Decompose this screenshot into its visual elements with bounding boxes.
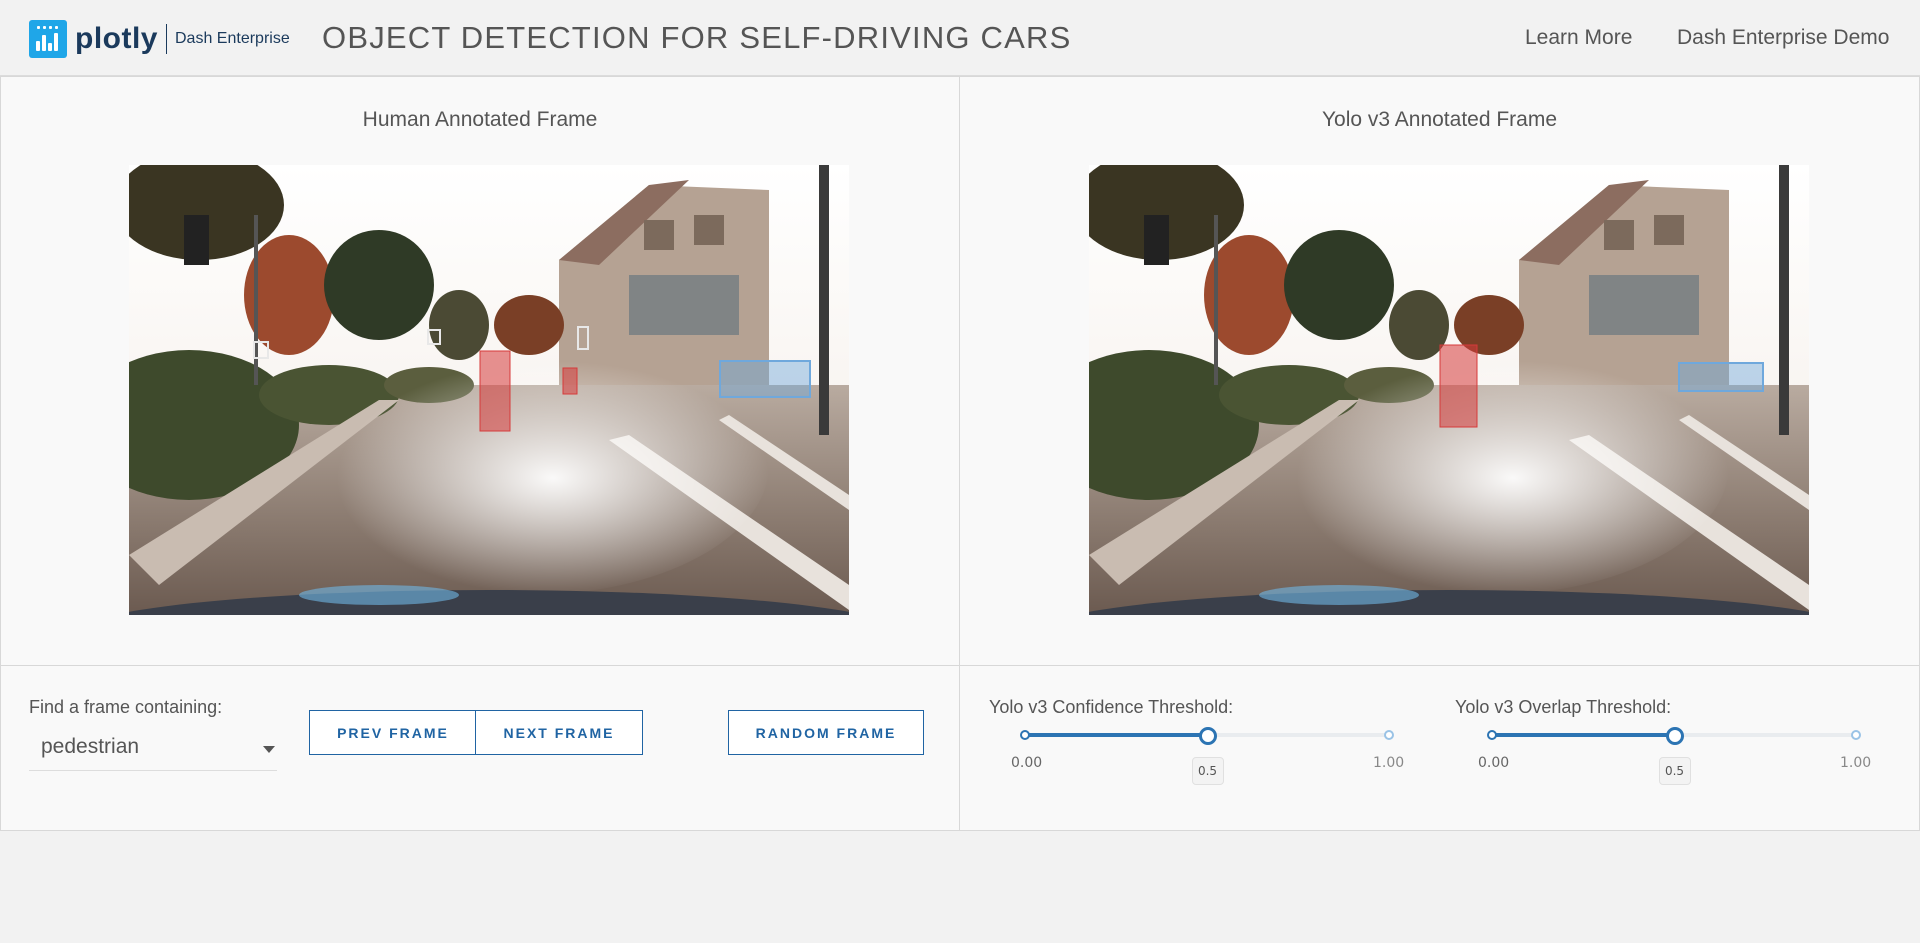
slider-min-label: 0.00 — [1011, 755, 1043, 771]
dropdown-selected-value: pedestrian — [41, 735, 140, 758]
logo-wordmark: plotly — [75, 22, 158, 55]
slider-min-label: 0.00 — [1478, 755, 1510, 771]
prev-frame-button[interactable]: PREV FRAME — [309, 710, 477, 755]
slider-max-label: 1.00 — [1840, 755, 1872, 771]
next-frame-button[interactable]: NEXT FRAME — [475, 710, 643, 755]
dash-enterprise-demo-link[interactable]: Dash Enterprise Demo — [1677, 26, 1889, 50]
plotly-logo-icon — [29, 20, 67, 58]
app-header: plotly Dash Enterprise OBJECT DETECTION … — [0, 0, 1920, 76]
object-class-dropdown[interactable]: pedestrian — [29, 724, 277, 771]
slider-handle[interactable] — [1665, 727, 1684, 745]
slider-value-tooltip: 0.5 — [1191, 757, 1224, 785]
yolo-annotated-frame-image — [1089, 165, 1809, 615]
slider-min-mark — [1487, 730, 1497, 740]
confidence-threshold-label: Yolo v3 Confidence Threshold: — [989, 697, 1234, 717]
slider-fill — [1025, 733, 1208, 737]
human-annotated-title: Human Annotated Frame — [362, 108, 598, 131]
caret-down-icon — [263, 746, 275, 753]
slider-max-mark — [1384, 730, 1394, 740]
random-frame-button[interactable]: RANDOM FRAME — [728, 710, 924, 755]
slider-value-tooltip: 0.5 — [1658, 757, 1691, 785]
overlap-threshold-label: Yolo v3 Overlap Threshold: — [1455, 697, 1672, 717]
confidence-threshold-slider[interactable]: 0.00 1.00 0.5 — [1011, 725, 1404, 785]
overlap-threshold-slider[interactable]: 0.00 1.00 0.5 — [1478, 725, 1871, 785]
learn-more-link[interactable]: Learn More — [1525, 26, 1632, 50]
page-title: OBJECT DETECTION FOR SELF-DRIVING CARS — [322, 20, 1072, 55]
slider-max-mark — [1851, 730, 1861, 740]
slider-handle[interactable] — [1198, 727, 1217, 745]
slider-fill — [1492, 733, 1675, 737]
logo-divider — [166, 24, 167, 54]
slider-min-mark — [1020, 730, 1030, 740]
find-frame-label: Find a frame containing: — [29, 697, 223, 717]
plotly-logo[interactable]: plotly Dash Enterprise — [29, 20, 290, 58]
yolo-annotated-title: Yolo v3 Annotated Frame — [1321, 108, 1558, 131]
logo-subtitle: Dash Enterprise — [175, 30, 290, 47]
human-annotated-frame-image — [129, 165, 849, 615]
slider-max-label: 1.00 — [1373, 755, 1405, 771]
